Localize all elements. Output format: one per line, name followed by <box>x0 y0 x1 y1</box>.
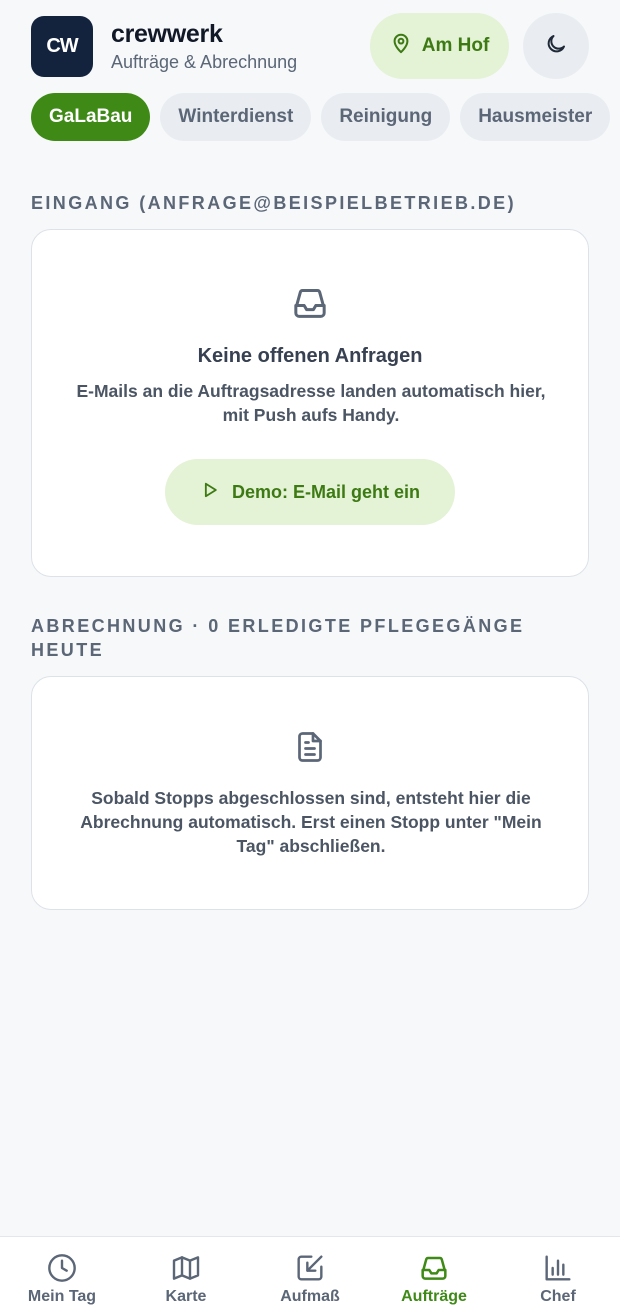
trade-tabs: GaLaBau Winterdienst Reinigung Hausmeist… <box>31 93 611 141</box>
nav-item-auftraege[interactable]: Aufträge <box>372 1237 496 1311</box>
app-name: crewwerk <box>111 20 223 48</box>
tab-galabau[interactable]: GaLaBau <box>31 93 151 141</box>
location-status-label: Am Hof <box>421 35 490 56</box>
nav-label: Chef <box>540 1288 576 1305</box>
tab-hausmeister[interactable]: Hausmeister <box>460 93 611 141</box>
location-status-button[interactable]: Am Hof <box>370 13 509 79</box>
nav-label: Aufmaß <box>280 1288 340 1305</box>
moon-icon <box>544 32 568 61</box>
tab-winterdienst[interactable]: Winterdienst <box>160 93 312 141</box>
map-icon <box>170 1252 202 1284</box>
app-subtitle: Aufträge & Abrechnung <box>111 52 298 72</box>
app-header: CW crewwerk Aufträge & Abrechnung Am Hof <box>0 0 620 90</box>
billing-card: Sobald Stopps abgeschlossen sind, entste… <box>31 676 589 910</box>
nav-item-aufmass[interactable]: Aufmaß <box>248 1237 372 1311</box>
bar-chart-icon <box>542 1252 574 1284</box>
measure-icon <box>294 1252 326 1284</box>
document-icon <box>32 727 588 767</box>
nav-label: Mein Tag <box>27 1288 97 1305</box>
app-screen: CW crewwerk Aufträge & Abrechnung Am Hof <box>0 0 620 1311</box>
nav-label: Aufträge <box>401 1288 467 1305</box>
play-icon <box>200 480 220 505</box>
logo-text: CW <box>46 35 78 57</box>
brand-block: crewwerk Aufträge & Abrechnung <box>111 19 297 73</box>
inbox-empty-text: E-Mails an die Auftragsadresse landen au… <box>76 381 546 425</box>
inbox-card: Keine offenen Anfragen E-Mails an die Au… <box>31 229 589 577</box>
nav-label: Karte <box>165 1288 207 1305</box>
inbox-icon <box>417 1252 451 1284</box>
demo-email-button[interactable]: Demo: E-Mail geht ein <box>165 459 455 525</box>
app-logo: CW <box>31 16 93 77</box>
inbox-empty-title: Keine offenen Anfragen <box>197 345 423 367</box>
tab-reinigung[interactable]: Reinigung <box>321 93 451 141</box>
inbox-section-title: Eingang (anfrage@beispielbetrieb.de) <box>31 193 516 213</box>
bottom-navigation: Mein Tag Karte Aufmaß Aufträge Chef <box>0 1236 620 1311</box>
nav-item-chef[interactable]: Chef <box>496 1237 620 1311</box>
nav-item-mein-tag[interactable]: Mein Tag <box>0 1237 124 1311</box>
demo-email-label: Demo: E-Mail geht ein <box>231 481 420 502</box>
clock-icon <box>46 1252 78 1284</box>
map-pin-icon <box>390 32 412 60</box>
nav-item-karte[interactable]: Karte <box>124 1237 248 1311</box>
billing-empty-text: Sobald Stopps abgeschlossen sind, entste… <box>80 788 542 856</box>
billing-section-title: Abrechnung · 0 erledigte Pflegegänge heu… <box>31 616 525 660</box>
theme-toggle-button[interactable] <box>523 13 589 79</box>
inbox-icon <box>32 283 588 323</box>
